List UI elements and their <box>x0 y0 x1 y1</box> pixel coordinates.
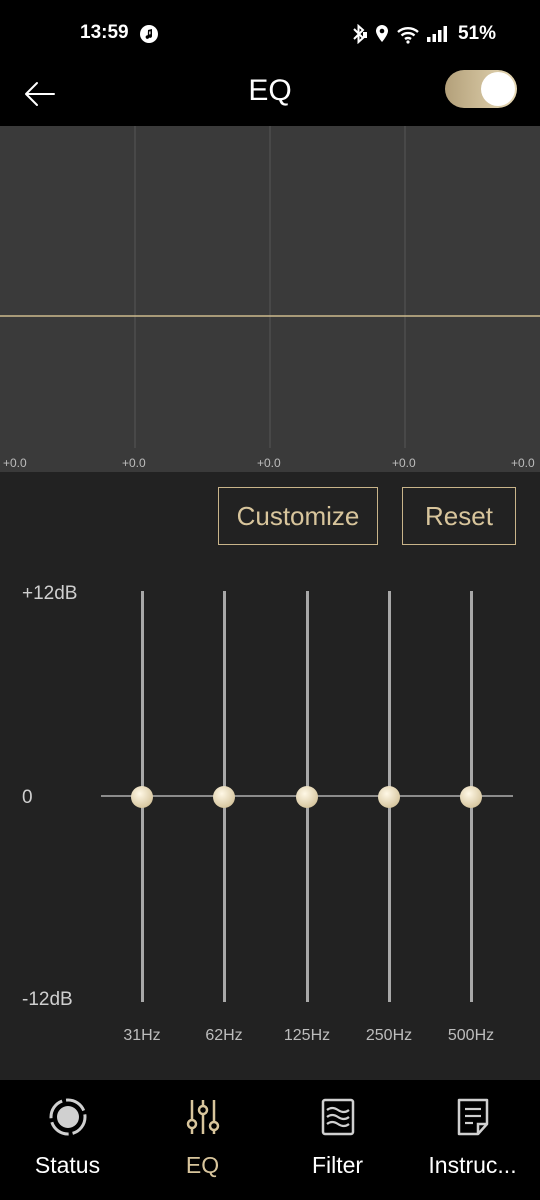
customize-button[interactable]: Customize <box>218 487 378 545</box>
eq-enable-toggle[interactable] <box>445 70 517 108</box>
curve-gain-label: +0.0 <box>122 456 146 470</box>
equalizer-sliders-icon <box>186 1100 220 1134</box>
bottom-nav: Status EQ Filter Instruc... <box>0 1080 540 1200</box>
bluetooth-icon <box>353 24 367 44</box>
status-icons: 51% <box>350 22 496 46</box>
scale-zero-label: 0 <box>22 787 33 808</box>
scale-min-label: -12dB <box>22 989 73 1010</box>
nav-filter[interactable]: Filter <box>270 1080 405 1200</box>
nav-label: EQ <box>185 1152 220 1178</box>
band-frequency-label: 250Hz <box>365 1027 413 1044</box>
nav-label: Status <box>34 1152 101 1178</box>
nav-label: Filter <box>311 1152 364 1178</box>
battery-percent: 51% <box>457 23 496 44</box>
status-time: 13:59 <box>80 22 129 43</box>
reset-button[interactable]: Reset <box>402 487 516 545</box>
band-slider-knob[interactable] <box>213 785 235 808</box>
band-slider-knob[interactable] <box>460 785 482 808</box>
band-slider-knob[interactable] <box>131 785 153 808</box>
waves-filter-icon <box>321 1098 355 1136</box>
record-circle-icon <box>49 1098 87 1136</box>
scale-max-label: +12dB <box>22 583 78 604</box>
band-slider-knob[interactable] <box>296 785 318 808</box>
band-frequency-label: 62Hz <box>205 1027 243 1044</box>
status-bar: 13:59 51% <box>0 0 540 64</box>
location-icon <box>375 25 388 42</box>
nav-label: Instruc... <box>428 1152 517 1178</box>
curve-gain-label: +0.0 <box>257 456 281 470</box>
signal-icon <box>426 26 447 42</box>
document-icon <box>457 1098 489 1136</box>
eq-curve-graph <box>0 126 540 448</box>
band-frequency-label: 125Hz <box>283 1027 331 1044</box>
curve-gain-label: +0.0 <box>511 456 535 470</box>
eq-curve-panel: +0.0 +0.0 +0.0 +0.0 +0.0 <box>0 126 540 472</box>
band-frequency-label: 500Hz <box>447 1027 495 1044</box>
app-header: EQ <box>0 64 540 126</box>
band-frequency-label: 31Hz <box>123 1027 161 1044</box>
nav-instructions[interactable]: Instruc... <box>405 1080 540 1200</box>
curve-gain-label: +0.0 <box>392 456 416 470</box>
music-note-icon <box>140 25 158 43</box>
nav-eq[interactable]: EQ <box>135 1080 270 1200</box>
curve-gain-label: +0.0 <box>3 456 27 470</box>
wifi-icon <box>397 27 419 44</box>
band-slider-knob[interactable] <box>378 785 400 808</box>
toggle-knob <box>481 72 515 106</box>
nav-status[interactable]: Status <box>0 1080 135 1200</box>
